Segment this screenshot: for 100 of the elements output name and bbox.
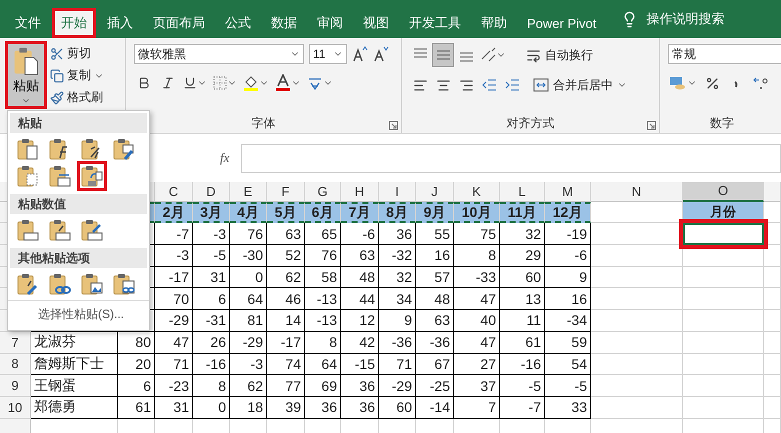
table-cell: 16 — [545, 288, 591, 310]
sheet-cell[interactable] — [764, 354, 781, 376]
ribbon-tab[interactable]: 帮助 — [472, 8, 516, 38]
sheet-cell[interactable] — [683, 332, 764, 354]
sheet-cell[interactable] — [683, 288, 764, 310]
paste-button[interactable]: 粘贴 — [8, 44, 44, 106]
paste-option-button[interactable] — [48, 272, 72, 296]
ribbon-tab[interactable]: 视图 — [354, 8, 398, 38]
sheet-cell[interactable] — [683, 310, 764, 332]
paste-option-button[interactable] — [48, 164, 72, 188]
ribbon-tab[interactable]: 开始 — [52, 8, 96, 38]
column-header[interactable]: L — [500, 182, 545, 202]
clipboard-button[interactable]: 复制 — [48, 66, 106, 85]
paste-option-button[interactable] — [80, 164, 104, 188]
money-icon — [669, 75, 687, 91]
dialog-launcher-icon[interactable] — [389, 121, 398, 130]
table-cell: 47 — [454, 288, 500, 310]
table-cell: -34 — [545, 310, 591, 332]
paste-option-button[interactable] — [112, 272, 136, 296]
paste-option-icon — [112, 272, 136, 296]
sheet-cell[interactable] — [764, 310, 781, 332]
ribbon-tab[interactable]: Power Pivot — [518, 8, 606, 38]
sheet-cell[interactable] — [764, 332, 781, 354]
header-cell: 4月 — [230, 202, 267, 224]
shrink-font-icon[interactable] — [373, 46, 389, 62]
row-header[interactable]: 10 — [0, 396, 31, 419]
row-header[interactable]: 9 — [0, 375, 31, 397]
ribbon-tab[interactable]: 审阅 — [308, 8, 352, 38]
sheet-cell[interactable] — [764, 266, 781, 288]
font-name-field[interactable]: 微软雅黑 — [134, 44, 304, 64]
sheet-cell[interactable] — [683, 375, 764, 397]
paste-option-button[interactable] — [16, 164, 40, 188]
table-cell: 76 — [305, 245, 341, 267]
column-header[interactable]: F — [267, 182, 305, 202]
sheet-cell[interactable] — [591, 332, 683, 354]
table-cell: 6 — [193, 288, 230, 310]
merge-center-button[interactable]: 合并后居中 — [531, 76, 629, 94]
sheet-cell[interactable] — [591, 202, 683, 224]
paste-option-button[interactable] — [16, 218, 40, 242]
table-cell: -16 — [500, 354, 545, 376]
sheet-cell[interactable] — [591, 354, 683, 376]
ribbon-tab[interactable]: 数据 — [262, 8, 306, 38]
column-header[interactable]: O — [683, 182, 764, 202]
wrap-text-button[interactable]: 自动换行 — [524, 46, 595, 64]
sheet-cell[interactable] — [764, 288, 781, 310]
font-size-field[interactable]: 11 — [309, 44, 347, 64]
sheet-cell[interactable] — [764, 245, 781, 267]
column-header[interactable]: J — [416, 182, 454, 202]
clipboard-button[interactable]: 剪切 — [48, 44, 106, 63]
paste-special-item[interactable]: 选择性粘贴(S)... — [8, 300, 149, 326]
sheet-cell[interactable] — [591, 396, 683, 419]
ribbon-tab[interactable]: 文件 — [6, 8, 50, 38]
paste-option-button[interactable] — [112, 137, 136, 161]
column-header[interactable]: E — [230, 182, 267, 202]
paste-option-button[interactable] — [16, 272, 40, 296]
sheet-cell[interactable] — [591, 245, 683, 267]
table-cell: -23 — [155, 375, 193, 397]
number-format-field[interactable]: 常规 — [668, 44, 781, 64]
sheet-cell[interactable] — [764, 396, 781, 419]
column-header[interactable]: C — [155, 182, 193, 202]
table-cell: 52 — [267, 245, 305, 267]
sheet-cell[interactable] — [591, 266, 683, 288]
column-header[interactable]: M — [545, 182, 591, 202]
clipboard-button[interactable]: 格式刷 — [48, 88, 106, 107]
vertical-align-button[interactable] — [433, 44, 453, 66]
row-header[interactable]: 7 — [0, 332, 31, 354]
row-header[interactable]: 8 — [0, 354, 31, 376]
sheet-cell[interactable] — [683, 266, 764, 288]
sheet-cell[interactable] — [683, 396, 764, 419]
font-color-button[interactable] — [274, 72, 302, 94]
column-header[interactable]: D — [193, 182, 230, 202]
table-cell: 60 — [379, 396, 416, 419]
ribbon-tab[interactable]: 插入 — [98, 8, 142, 38]
paste-option-button[interactable] — [48, 218, 72, 242]
grow-font-icon[interactable] — [352, 46, 368, 62]
ribbon-tab[interactable]: 开发工具 — [400, 8, 470, 38]
formula-input[interactable] — [241, 144, 781, 173]
sheet-cell[interactable] — [591, 310, 683, 332]
column-header[interactable]: I — [379, 182, 416, 202]
sheet-cell[interactable] — [591, 288, 683, 310]
tell-me-search[interactable]: 操作说明搜索 — [646, 10, 724, 28]
column-header[interactable]: H — [341, 182, 379, 202]
table-cell: -5 — [193, 245, 230, 267]
paste-option-button[interactable] — [80, 272, 104, 296]
ribbon-tab[interactable]: 公式 — [216, 8, 260, 38]
column-header[interactable]: G — [305, 182, 341, 202]
sheet-cell[interactable] — [764, 202, 781, 224]
paste-option-button[interactable] — [80, 218, 104, 242]
sheet-cell[interactable] — [683, 354, 764, 376]
ribbon-tab[interactable]: 页面布局 — [144, 8, 214, 38]
table-cell: -32 — [379, 245, 416, 267]
sheet-cell[interactable] — [764, 375, 781, 397]
column-header[interactable]: K — [454, 182, 500, 202]
sheet-cell[interactable] — [591, 375, 683, 397]
column-header[interactable]: N — [591, 182, 683, 202]
dialog-launcher-icon[interactable] — [647, 121, 656, 130]
paste-option-button[interactable] — [16, 137, 40, 161]
table-cell: 60 — [500, 266, 545, 288]
table-cell: 69 — [305, 375, 341, 397]
insert-function-button[interactable]: fx — [220, 150, 230, 166]
